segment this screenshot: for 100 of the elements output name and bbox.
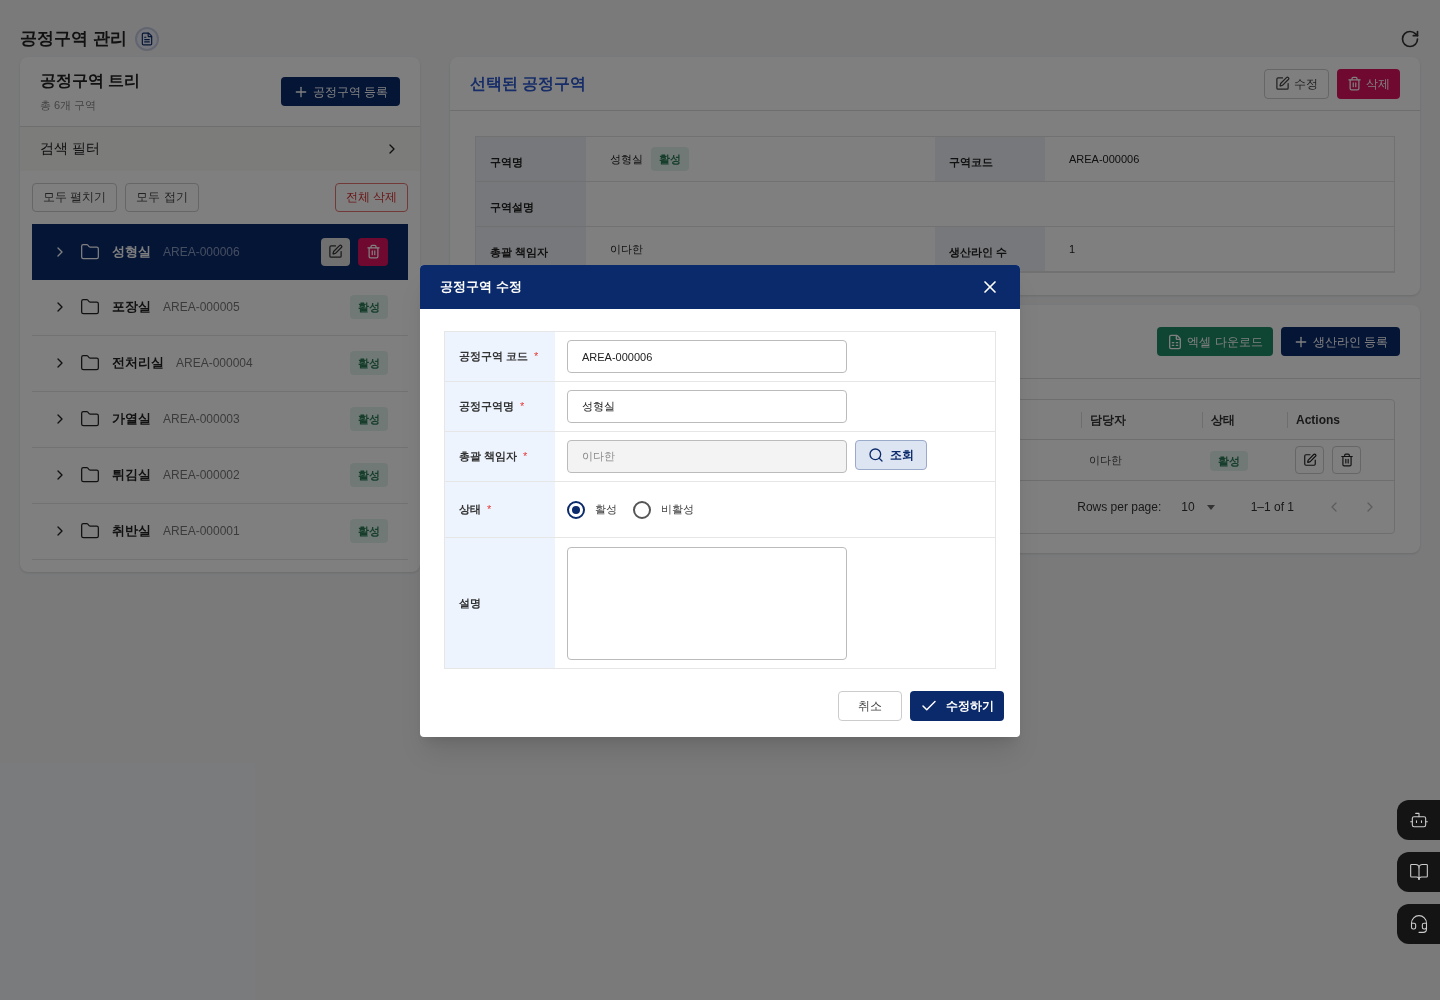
- page-range: 1–1 of 1: [1250, 499, 1294, 516]
- edit-button[interactable]: [1295, 446, 1324, 474]
- folder-icon: [80, 465, 100, 485]
- required-mark: *: [523, 449, 528, 464]
- area-name: 가열실: [112, 410, 151, 429]
- field-label: 설명: [459, 595, 481, 611]
- required-mark: *: [520, 399, 525, 414]
- field-label: 구역명: [490, 156, 523, 168]
- radio-option[interactable]: 활성: [567, 500, 617, 519]
- column-header: Actions: [1296, 411, 1340, 429]
- dialog-title: 공정구역 수정: [440, 278, 522, 297]
- excel-download-button[interactable]: 엑셀 다운로드: [1157, 327, 1273, 356]
- field-label: 구역설명: [490, 201, 534, 213]
- description-field[interactable]: [567, 546, 847, 660]
- tree-item[interactable]: 전처리실 AREA-000004 활성: [32, 335, 408, 392]
- cancel-button[interactable]: 취소: [838, 691, 902, 721]
- manual-button[interactable]: [1397, 852, 1440, 892]
- column-header: 상태: [1211, 411, 1235, 429]
- trash-icon: [365, 244, 381, 259]
- status-badge: 활성: [1210, 451, 1248, 471]
- tree-item[interactable]: 튀김실 AREA-000002 활성: [32, 447, 408, 504]
- area-code: AREA-000005: [163, 299, 240, 316]
- tree-item[interactable]: 포장실 AREA-000005 활성: [32, 279, 408, 336]
- tree-item[interactable]: 성형실 AREA-000006: [32, 223, 408, 280]
- search-filter-toggle[interactable]: 검색 필터: [20, 126, 420, 171]
- text-field[interactable]: 성형실: [567, 390, 847, 423]
- field-label: 공정구역명: [459, 399, 514, 414]
- field-label: 총괄 책임자: [459, 449, 518, 464]
- status-badge: 활성: [350, 406, 388, 432]
- delete-all-button[interactable]: 전체 삭제: [334, 182, 408, 212]
- area-name: 튀김실: [112, 466, 151, 485]
- table-cell-text: 이다한: [1088, 452, 1123, 468]
- delete-button[interactable]: 삭제: [1337, 68, 1400, 99]
- field-value: AREA-000006: [1069, 151, 1140, 167]
- trash-icon: [1339, 453, 1354, 467]
- folder-icon: [80, 297, 100, 317]
- trash-icon: [1347, 76, 1362, 91]
- search-icon: [868, 447, 884, 463]
- refresh-icon[interactable]: [1400, 28, 1420, 49]
- folder-icon: [80, 353, 100, 373]
- area-name: 포장실: [112, 298, 151, 317]
- area-code: AREA-000006: [163, 243, 240, 261]
- spreadsheet-icon: [1167, 333, 1184, 350]
- lookup-button[interactable]: 조회: [855, 440, 927, 470]
- radio-option[interactable]: 비활성: [633, 500, 694, 519]
- panel-title: 선택된 공정구역: [470, 73, 587, 94]
- field-label: 상태: [459, 502, 481, 517]
- edit-button[interactable]: [321, 237, 350, 266]
- rows-per-page-select[interactable]: 10: [1181, 498, 1215, 516]
- radio-button[interactable]: [567, 500, 585, 519]
- collapse-all-button[interactable]: 모두 접기: [125, 182, 199, 212]
- field-value: 성형실: [610, 151, 643, 167]
- required-mark: *: [487, 502, 492, 517]
- manager-field[interactable]: 이다한: [567, 440, 847, 473]
- page-title: 공정구역 관리: [20, 27, 127, 50]
- delete-button[interactable]: [358, 237, 388, 266]
- edit-button[interactable]: 수정: [1264, 68, 1329, 99]
- folder-icon: [80, 409, 100, 429]
- expand-all-button[interactable]: 모두 펼치기: [32, 182, 118, 212]
- tree-item[interactable]: 가열실 AREA-000003 활성: [32, 391, 408, 448]
- edit-icon: [328, 244, 343, 259]
- submit-button[interactable]: 수정하기: [910, 691, 1004, 721]
- status-badge: 활성: [350, 462, 388, 488]
- headset-icon: [1408, 914, 1429, 934]
- area-name: 성형실: [112, 242, 151, 261]
- book-icon: [1408, 862, 1429, 882]
- field-label: 총괄 책임자: [490, 246, 549, 258]
- support-button[interactable]: [1397, 904, 1440, 944]
- chatbot-button[interactable]: [1397, 800, 1440, 840]
- status-badge: 활성: [651, 146, 689, 172]
- area-code: AREA-000001: [163, 523, 240, 540]
- radio-button[interactable]: [633, 500, 651, 519]
- status-badge: 활성: [350, 350, 388, 376]
- register-area-button[interactable]: 공정구역 등록: [280, 77, 400, 106]
- rows-per-page-label: Rows per page:: [1077, 499, 1162, 516]
- area-code: AREA-000004: [176, 355, 253, 372]
- text-field[interactable]: AREA-000006: [567, 340, 847, 373]
- panel-title: 공정구역 트리: [40, 71, 141, 91]
- status-badge: 활성: [350, 518, 388, 544]
- field-value: 1: [1069, 241, 1076, 257]
- field-label: 구역코드: [949, 156, 993, 168]
- area-name: 전처리실: [112, 354, 164, 373]
- register-line-button[interactable]: 생산라인 등록: [1280, 327, 1400, 356]
- tree-item[interactable]: 취반실 AREA-000001 활성: [32, 503, 408, 560]
- field-value: 이다한: [610, 241, 643, 257]
- field-label: 생산라인 수: [949, 246, 1008, 258]
- status-badge: 활성: [350, 294, 388, 320]
- folder-icon: [80, 521, 100, 541]
- edit-icon: [1302, 453, 1317, 467]
- folder-icon: [80, 241, 100, 262]
- dropdown-caret-icon: [1206, 504, 1215, 510]
- field-label: 공정구역 코드: [459, 349, 529, 364]
- area-name: 취반실: [112, 522, 151, 541]
- area-code: AREA-000003: [163, 411, 240, 428]
- document-icon: [134, 26, 159, 51]
- delete-button[interactable]: [1332, 446, 1361, 474]
- column-header: 담당자: [1090, 411, 1126, 429]
- edit-icon: [1275, 76, 1290, 91]
- required-mark: *: [534, 349, 539, 364]
- robot-icon: [1408, 810, 1429, 830]
